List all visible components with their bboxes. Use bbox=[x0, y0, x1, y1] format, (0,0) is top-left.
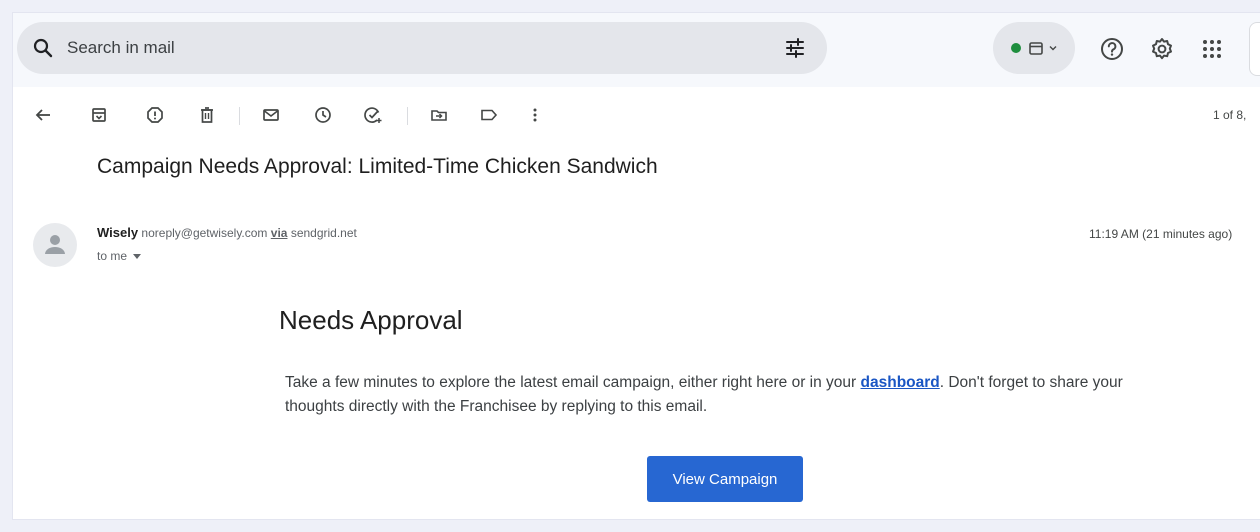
email-subject: Campaign Needs Approval: Limited-Time Ch… bbox=[97, 155, 658, 178]
archive-icon[interactable] bbox=[89, 105, 109, 125]
person-icon bbox=[45, 235, 65, 254]
dashboard-link[interactable]: dashboard bbox=[861, 374, 940, 391]
toolbar-divider bbox=[407, 107, 408, 125]
mark-unread-icon[interactable] bbox=[261, 105, 281, 125]
apps-grid-icon[interactable] bbox=[1199, 36, 1225, 62]
snooze-icon[interactable] bbox=[313, 105, 333, 125]
status-dot bbox=[1011, 43, 1021, 53]
report-spam-icon[interactable] bbox=[145, 105, 165, 125]
body-heading: Needs Approval bbox=[279, 305, 463, 335]
settings-icon[interactable] bbox=[1149, 36, 1175, 62]
help-icon[interactable] bbox=[1099, 36, 1125, 62]
body-paragraph: Take a few minutes to explore the latest… bbox=[285, 371, 1185, 419]
search-bar[interactable] bbox=[17, 22, 827, 74]
pagination-count: 1 of 8, bbox=[1213, 108, 1247, 122]
top-bar bbox=[13, 13, 1260, 87]
chevron-down-icon bbox=[133, 254, 142, 260]
avatar bbox=[33, 223, 77, 267]
label-icon[interactable] bbox=[479, 105, 499, 125]
search-icon[interactable] bbox=[31, 36, 55, 60]
add-task-icon[interactable] bbox=[363, 105, 383, 125]
tune-icon[interactable] bbox=[783, 36, 807, 60]
via-link[interactable]: via bbox=[271, 226, 288, 240]
recipient-label: to me bbox=[97, 249, 128, 263]
chevron-down-icon bbox=[1049, 46, 1057, 51]
back-arrow-icon[interactable] bbox=[33, 105, 53, 125]
recipient-toggle[interactable]: to me bbox=[97, 249, 142, 263]
via-domain: sendgrid.net bbox=[290, 226, 357, 240]
body-text-start: Take a few minutes to explore the latest… bbox=[285, 374, 861, 391]
view-campaign-button[interactable]: View Campaign bbox=[647, 456, 803, 502]
more-vert-icon[interactable] bbox=[525, 105, 545, 125]
email-timestamp: 11:19 AM (21 minutes ago) bbox=[1089, 227, 1233, 241]
sender-info: Wisely noreply@getwisely.com via sendgri… bbox=[97, 225, 357, 240]
message-toolbar: 1 of 8, bbox=[13, 91, 1260, 139]
sender-name[interactable]: Wisely bbox=[97, 225, 138, 240]
gmail-window: 1 of 8, Campaign Needs Approval: Limited… bbox=[12, 12, 1260, 520]
toolbar-divider bbox=[239, 107, 240, 125]
account-button[interactable] bbox=[1249, 22, 1260, 76]
move-to-icon[interactable] bbox=[429, 105, 449, 125]
sender-email: noreply@getwisely.com bbox=[141, 226, 268, 240]
search-input[interactable] bbox=[67, 22, 747, 74]
calendar-icon bbox=[1029, 42, 1043, 55]
status-selector[interactable] bbox=[993, 22, 1075, 74]
delete-icon[interactable] bbox=[197, 105, 217, 125]
